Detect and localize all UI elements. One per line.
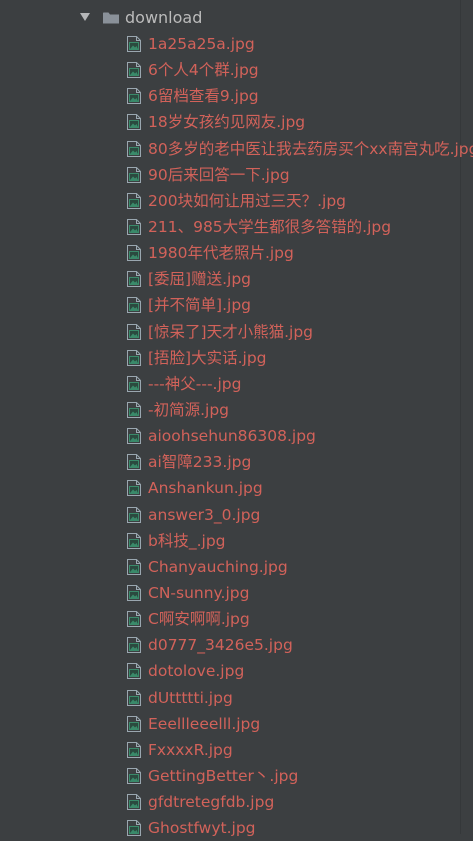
tree-file-item[interactable]: ---神父---.jpg bbox=[0, 371, 473, 397]
image-file-icon bbox=[127, 794, 141, 811]
file-name-label: [惊呆了]天才小熊猫.jpg bbox=[148, 322, 314, 341]
tree-file-item[interactable]: GettingBetter丶.jpg bbox=[0, 763, 473, 789]
image-file-icon bbox=[127, 767, 141, 784]
image-file-icon bbox=[127, 428, 141, 445]
image-file-icon bbox=[127, 218, 141, 235]
file-list: 1a25a25a.jpg 6个人4个群.jpg 6留档查看9.jpg 18岁女孩约见网… bbox=[0, 31, 473, 841]
image-file-icon bbox=[127, 401, 141, 418]
tree-file-item[interactable]: [捂脸]大实话.jpg bbox=[0, 345, 473, 371]
tree-file-item[interactable]: [并不简单].jpg bbox=[0, 292, 473, 318]
tree-file-item[interactable]: gfdtretegfdb.jpg bbox=[0, 789, 473, 815]
tree-file-item[interactable]: 6个人4个群.jpg bbox=[0, 57, 473, 83]
file-name-label: Ghostfwyt.jpg bbox=[148, 819, 256, 838]
tree-file-item[interactable]: C啊安啊啊.jpg bbox=[0, 606, 473, 632]
file-name-label: 90后来回答一下.jpg bbox=[148, 165, 290, 184]
image-file-icon bbox=[127, 637, 141, 654]
file-name-label: CN-sunny.jpg bbox=[148, 583, 250, 602]
tree-file-item[interactable]: 90后来回答一下.jpg bbox=[0, 162, 473, 188]
tree-file-item[interactable]: Chanyauching.jpg bbox=[0, 554, 473, 580]
tree-file-item[interactable]: 80多岁的老中医让我去药房买个xx南宫丸吃.jpg bbox=[0, 136, 473, 162]
file-name-label: gfdtretegfdb.jpg bbox=[148, 793, 275, 812]
image-file-icon bbox=[127, 584, 141, 601]
image-file-icon bbox=[127, 192, 141, 209]
tree-file-item[interactable]: dotolove.jpg bbox=[0, 658, 473, 684]
file-name-label: 200块如何让用过三天？.jpg bbox=[148, 191, 346, 210]
image-file-icon bbox=[127, 741, 141, 758]
file-name-label: -初简源.jpg bbox=[148, 400, 230, 419]
image-file-icon bbox=[127, 558, 141, 575]
file-name-label: [捂脸]大实话.jpg bbox=[148, 348, 267, 367]
file-name-label: Eeellleeelll.jpg bbox=[148, 714, 261, 733]
file-name-label: 6个人4个群.jpg bbox=[148, 61, 259, 80]
tree-file-item[interactable]: 6留档查看9.jpg bbox=[0, 83, 473, 109]
file-name-label: Anshankun.jpg bbox=[148, 479, 263, 498]
file-name-label: answer3_0.jpg bbox=[148, 505, 261, 524]
image-file-icon bbox=[127, 611, 141, 628]
chevron-down-icon[interactable] bbox=[80, 13, 90, 21]
tree-file-item[interactable]: Anshankun.jpg bbox=[0, 475, 473, 501]
file-name-label: 1a25a25a.jpg bbox=[148, 35, 255, 53]
tree-file-item[interactable]: 211、985大学生都很多答错的.jpg bbox=[0, 214, 473, 240]
image-file-icon bbox=[127, 480, 141, 497]
tree-file-item[interactable]: 1a25a25a.jpg bbox=[0, 31, 473, 57]
tree-file-item[interactable]: dUttttti.jpg bbox=[0, 685, 473, 711]
tree-file-item[interactable]: b科技_.jpg bbox=[0, 528, 473, 554]
tree-file-item[interactable]: 1980年代老照片.jpg bbox=[0, 240, 473, 266]
image-file-icon bbox=[127, 88, 141, 105]
file-name-label: [并不简单].jpg bbox=[148, 296, 252, 315]
file-name-label: Chanyauching.jpg bbox=[148, 557, 288, 576]
tree-file-item[interactable]: CN-sunny.jpg bbox=[0, 580, 473, 606]
clipped-row-above bbox=[0, 0, 473, 2]
tree-file-item[interactable]: aioohsehun86308.jpg bbox=[0, 423, 473, 449]
image-file-icon bbox=[127, 663, 141, 680]
tree-file-item[interactable]: 18岁女孩约见网友.jpg bbox=[0, 109, 473, 135]
file-name-label: C啊安啊啊.jpg bbox=[148, 610, 250, 629]
file-name-label: ---神父---.jpg bbox=[148, 374, 242, 393]
tree-file-item[interactable]: d0777_3426e5.jpg bbox=[0, 632, 473, 658]
file-name-label: b科技_.jpg bbox=[148, 531, 226, 550]
project-tree-panel: { "colors": { "background": "#3c3f41", "… bbox=[0, 0, 473, 837]
image-file-icon bbox=[127, 454, 141, 471]
image-file-icon bbox=[127, 36, 141, 52]
tree-file-item[interactable]: Eeellleeelll.jpg bbox=[0, 711, 473, 737]
folder-icon bbox=[103, 12, 119, 24]
image-file-icon bbox=[127, 532, 141, 549]
file-name-label: ai智障233.jpg bbox=[148, 453, 252, 472]
tree-folder-download[interactable]: download bbox=[0, 5, 473, 31]
file-name-label: GettingBetter丶.jpg bbox=[148, 766, 299, 785]
image-file-icon bbox=[127, 271, 141, 288]
tree-file-item[interactable]: answer3_0.jpg bbox=[0, 502, 473, 528]
tree-file-item[interactable]: FxxxxR.jpg bbox=[0, 737, 473, 763]
file-name-label: 18岁女孩约见网友.jpg bbox=[148, 113, 306, 132]
image-file-icon bbox=[127, 506, 141, 523]
image-file-icon bbox=[127, 375, 141, 392]
tree-file-item[interactable]: -初简源.jpg bbox=[0, 397, 473, 423]
file-name-label: d0777_3426e5.jpg bbox=[148, 636, 293, 655]
file-name-label: aioohsehun86308.jpg bbox=[148, 427, 316, 446]
image-file-icon bbox=[127, 140, 141, 157]
image-file-icon bbox=[127, 689, 141, 706]
tree-file-item[interactable]: [惊呆了]天才小熊猫.jpg bbox=[0, 319, 473, 345]
file-name-label: dotolove.jpg bbox=[148, 662, 245, 681]
image-file-icon bbox=[127, 62, 141, 79]
file-name-label: FxxxxR.jpg bbox=[148, 740, 233, 759]
image-file-icon bbox=[127, 323, 141, 340]
tree-file-item[interactable]: [委屈]赠送.jpg bbox=[0, 266, 473, 292]
tree-file-item[interactable]: Ghostfwyt.jpg bbox=[0, 815, 473, 841]
image-file-icon bbox=[127, 349, 141, 366]
image-file-icon bbox=[127, 245, 141, 262]
file-name-label: 1980年代老照片.jpg bbox=[148, 244, 294, 263]
image-file-icon bbox=[127, 297, 141, 314]
image-file-icon bbox=[127, 715, 141, 732]
tree-file-item[interactable]: ai智障233.jpg bbox=[0, 449, 473, 475]
file-name-label: 80多岁的老中医让我去药房买个xx南宫丸吃.jpg bbox=[148, 139, 473, 158]
file-name-label: dUttttti.jpg bbox=[148, 688, 233, 707]
image-file-icon bbox=[127, 166, 141, 183]
tree-file-item[interactable]: 200块如何让用过三天？.jpg bbox=[0, 188, 473, 214]
file-name-label: 211、985大学生都很多答错的.jpg bbox=[148, 217, 392, 236]
file-name-label: [委屈]赠送.jpg bbox=[148, 270, 252, 289]
folder-label: download bbox=[125, 8, 203, 27]
image-file-icon bbox=[127, 114, 141, 131]
file-name-label: 6留档查看9.jpg bbox=[148, 87, 259, 106]
